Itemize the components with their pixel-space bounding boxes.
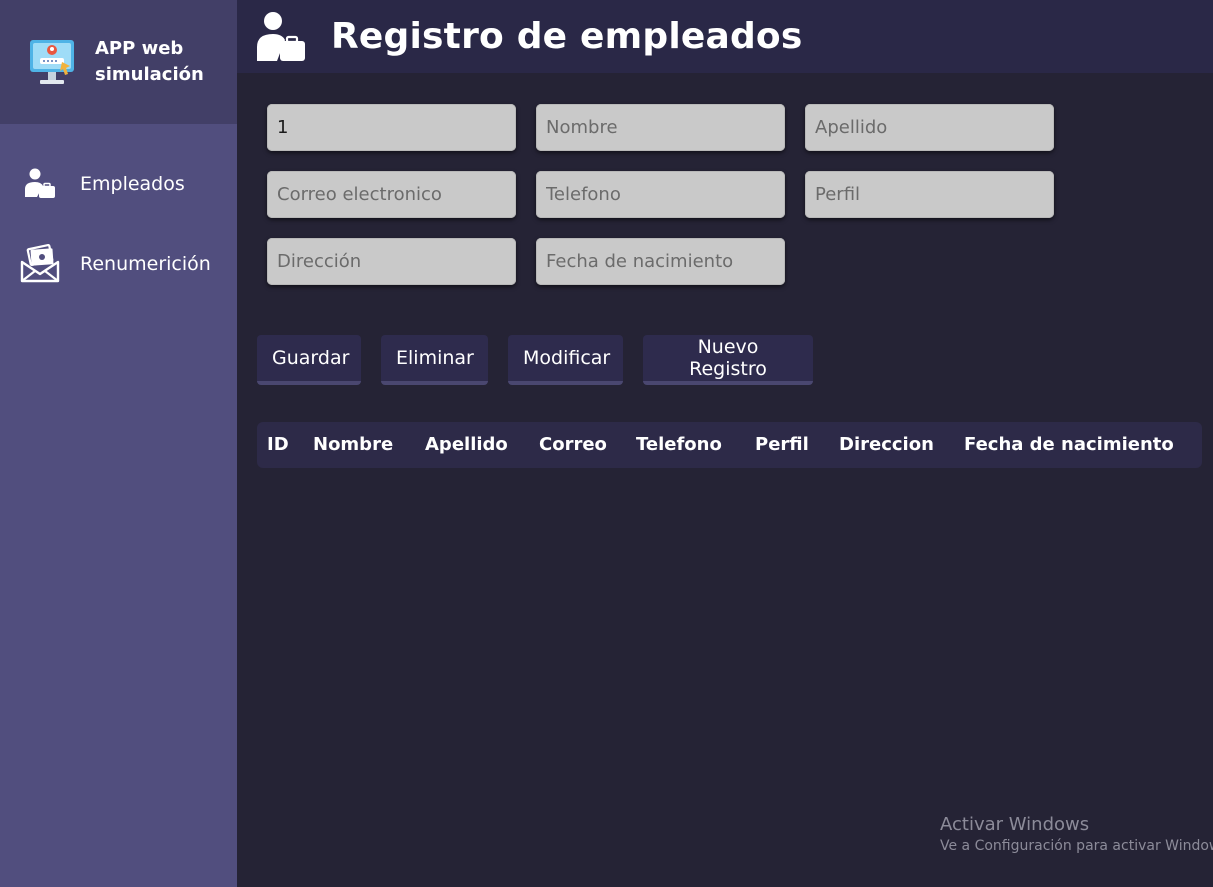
modificar-button[interactable]: Modificar bbox=[508, 335, 623, 385]
sidebar-nav: Empleados Renumerición bbox=[0, 124, 237, 288]
column-header-telefono: Telefono bbox=[636, 434, 722, 455]
column-header-id: ID bbox=[267, 434, 289, 455]
brand: APP web simulación bbox=[0, 0, 237, 124]
column-header-perfil: Perfil bbox=[755, 434, 809, 455]
correo-field[interactable] bbox=[267, 171, 516, 218]
app-name: APP web simulación bbox=[95, 38, 204, 85]
column-header-apellido: Apellido bbox=[425, 434, 508, 455]
telefono-field[interactable] bbox=[536, 171, 785, 218]
column-header-correo: Correo bbox=[539, 434, 607, 455]
activation-watermark-subtitle: Ve a Configuración para activar Windows. bbox=[940, 838, 1213, 854]
sidebar-item-empleados[interactable]: Empleados bbox=[0, 160, 237, 208]
id-field[interactable] bbox=[267, 104, 516, 151]
direccion-field[interactable] bbox=[267, 238, 516, 285]
column-header-nombre: Nombre bbox=[313, 434, 394, 455]
page-title: Registro de empleados bbox=[331, 16, 803, 57]
employee-briefcase-icon bbox=[20, 164, 60, 204]
fecha-nacimiento-field[interactable] bbox=[536, 238, 785, 285]
header: Registro de empleados bbox=[237, 0, 1213, 73]
eliminar-button[interactable]: Eliminar bbox=[381, 335, 488, 385]
sidebar-item-renumericion[interactable]: Renumerición bbox=[0, 240, 237, 288]
apellido-field[interactable] bbox=[805, 104, 1054, 151]
sidebar-item-label: Empleados bbox=[80, 173, 185, 195]
table-header: ID Nombre Apellido Correo Telefono Perfi… bbox=[257, 422, 1202, 468]
guardar-button[interactable]: Guardar bbox=[257, 335, 361, 385]
money-envelope-icon bbox=[20, 244, 60, 284]
activation-watermark-title: Activar Windows bbox=[940, 814, 1090, 835]
perfil-field[interactable] bbox=[805, 171, 1054, 218]
column-header-fecha-nacimiento: Fecha de nacimiento bbox=[964, 434, 1174, 455]
sidebar: APP web simulación Empleados Renumerició… bbox=[0, 0, 237, 887]
column-header-direccion: Direccion bbox=[839, 434, 934, 455]
nuevo-registro-button[interactable]: Nuevo Registro bbox=[643, 335, 813, 385]
nombre-field[interactable] bbox=[536, 104, 785, 151]
employee-briefcase-icon bbox=[257, 11, 305, 61]
app-logo-icon bbox=[30, 40, 74, 84]
sidebar-item-label: Renumerición bbox=[80, 253, 211, 275]
